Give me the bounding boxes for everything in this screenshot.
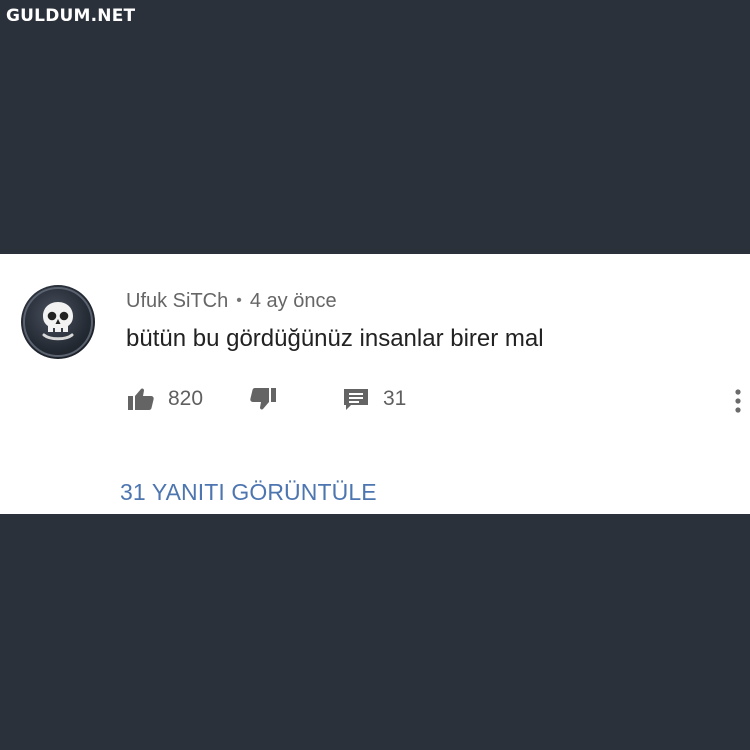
meta-separator: • [236, 292, 242, 309]
comment-icon [344, 389, 368, 410]
dislike-button[interactable] [248, 384, 278, 414]
reply-button[interactable]: 31 [341, 384, 406, 414]
thumb-up-icon [128, 388, 154, 410]
page: GULDUM.NET Ufuk SiTCh • 4 ay önce bütün … [0, 0, 750, 750]
like-button[interactable]: 820 [126, 384, 203, 414]
comment-meta: Ufuk SiTCh • 4 ay önce [126, 289, 337, 313]
reply-count: 31 [383, 387, 407, 410]
view-replies-link[interactable]: 31 YANITI GÖRÜNTÜLE [120, 479, 377, 506]
comment-card: Ufuk SiTCh • 4 ay önce bütün bu gördüğün… [0, 254, 750, 514]
like-count: 820 [168, 387, 204, 410]
comment-time: 4 ay önce [249, 289, 337, 312]
more-vertical-icon [735, 389, 741, 413]
thumb-down-icon [250, 388, 276, 410]
skull-icon [23, 287, 93, 357]
more-menu-button[interactable] [728, 386, 748, 416]
comment-actions: 820 31 [126, 384, 426, 414]
watermark: GULDUM.NET [6, 6, 136, 26]
comment-author[interactable]: Ufuk SiTCh [126, 290, 228, 313]
comment-text: bütün bu gördüğünüz insanlar birer mal [126, 325, 544, 352]
avatar[interactable] [21, 285, 95, 359]
